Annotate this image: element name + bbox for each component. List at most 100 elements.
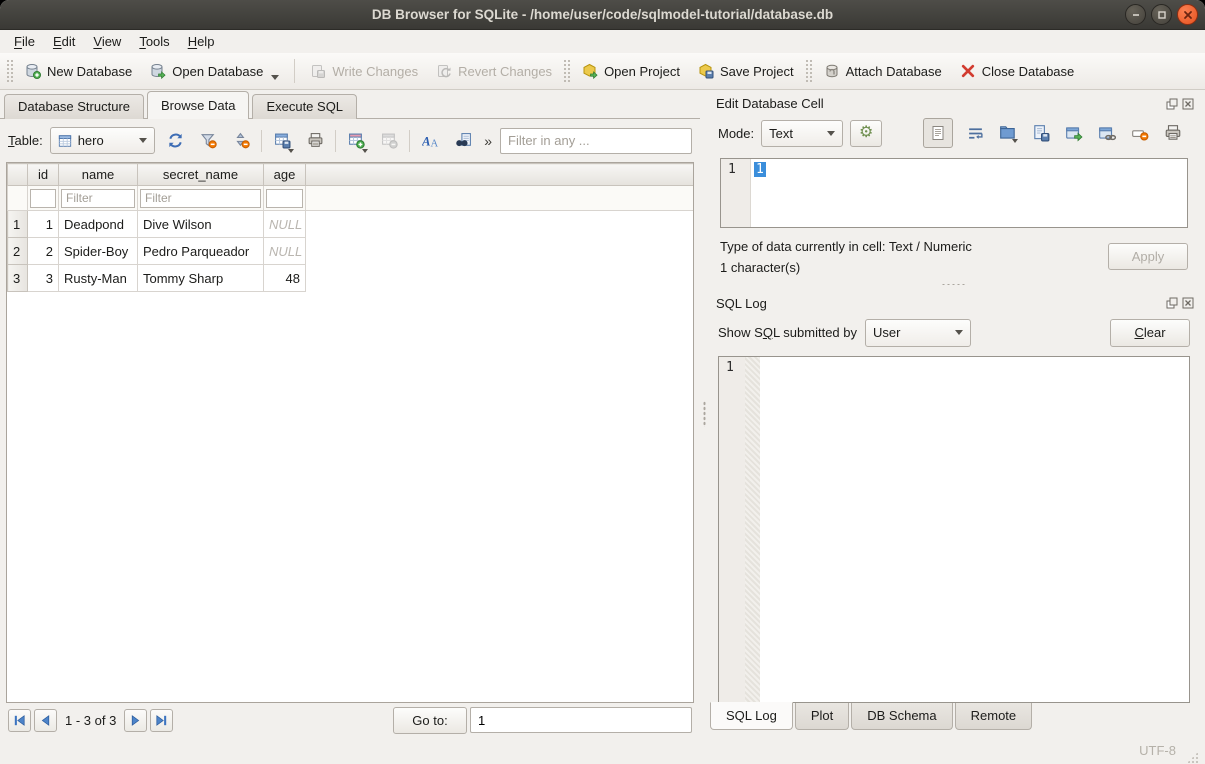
previous-record-button[interactable] xyxy=(34,709,57,732)
row-number[interactable]: 2 xyxy=(8,238,28,265)
first-record-button[interactable] xyxy=(8,709,31,732)
sql-log-controls: Show SQL submitted by User Clear xyxy=(708,315,1200,349)
float-dock-button[interactable] xyxy=(1166,98,1178,110)
toolbar-drag-handle[interactable] xyxy=(6,59,14,83)
table-select[interactable]: hero xyxy=(50,127,156,154)
filter-input-id[interactable] xyxy=(30,189,56,208)
resize-grip-icon[interactable] xyxy=(1186,751,1199,764)
cell-secret-name[interactable]: Pedro Parqueador xyxy=(138,238,264,265)
export-table-button[interactable] xyxy=(269,128,295,154)
last-record-button[interactable] xyxy=(150,709,173,732)
attach-database-button[interactable]: Attach Database xyxy=(815,57,951,85)
find-in-table-button[interactable] xyxy=(450,128,476,154)
cell-age[interactable]: NULL xyxy=(264,238,306,265)
set-null-button[interactable] xyxy=(1129,122,1151,144)
toolbar-drag-handle[interactable] xyxy=(563,59,571,83)
cell-name[interactable]: Deadpond xyxy=(59,211,138,238)
cell-editor-content[interactable]: 1 xyxy=(751,159,1187,227)
delete-record-button[interactable] xyxy=(376,128,402,154)
print-cell-button[interactable] xyxy=(1162,122,1184,144)
maximize-button[interactable] xyxy=(1151,4,1172,25)
mode-select[interactable]: Text xyxy=(761,120,843,147)
toolbar-overflow-chevron[interactable]: » xyxy=(483,133,493,149)
selected-text: 1 xyxy=(754,162,766,177)
sql-log-view[interactable]: 1 xyxy=(718,356,1190,703)
menu-tools[interactable]: Tools xyxy=(130,32,178,51)
clear-sorting-button[interactable] xyxy=(228,128,254,154)
import-data-button[interactable] xyxy=(997,122,1019,144)
tab-browse-data[interactable]: Browse Data xyxy=(147,91,249,119)
window-title: DB Browser for SQLite - /home/user/code/… xyxy=(0,7,1205,22)
pane-splitter[interactable] xyxy=(700,90,708,737)
open-project-button[interactable]: Open Project xyxy=(573,57,689,85)
minimize-button[interactable] xyxy=(1125,4,1146,25)
cell-id[interactable]: 2 xyxy=(28,238,59,265)
close-database-button[interactable]: Close Database xyxy=(951,57,1084,85)
tab-database-structure[interactable]: Database Structure xyxy=(4,94,144,119)
tab-remote[interactable]: Remote xyxy=(955,703,1033,730)
goto-record-button[interactable]: Go to: xyxy=(393,707,467,734)
filter-input-age[interactable] xyxy=(266,189,303,208)
cell-id[interactable]: 1 xyxy=(28,211,59,238)
copy-link-button[interactable] xyxy=(1096,122,1118,144)
cell-secret-name[interactable]: Dive Wilson xyxy=(138,211,264,238)
tab-db-schema[interactable]: DB Schema xyxy=(851,703,952,730)
column-header-secret-name[interactable]: secret_name xyxy=(138,164,264,186)
filter-any-column-input[interactable] xyxy=(500,128,692,154)
open-in-external-button[interactable] xyxy=(1063,122,1085,144)
filter-input-secret-name[interactable] xyxy=(140,189,261,208)
close-dock-button[interactable] xyxy=(1182,98,1194,110)
revert-changes-button[interactable]: Revert Changes xyxy=(427,57,561,85)
tab-plot[interactable]: Plot xyxy=(795,703,849,730)
word-wrap-icon xyxy=(967,125,984,142)
save-project-button[interactable]: Save Project xyxy=(689,57,803,85)
cell-editor[interactable]: 1 1 xyxy=(720,158,1188,228)
encoding-indicator[interactable]: UTF-8 xyxy=(1139,743,1176,758)
close-dock-button[interactable] xyxy=(1182,297,1194,309)
tab-execute-sql[interactable]: Execute SQL xyxy=(252,94,357,119)
open-database-button[interactable]: Open Database xyxy=(141,57,288,85)
cell-secret-name[interactable]: Tommy Sharp xyxy=(138,265,264,292)
window-controls xyxy=(1125,4,1205,25)
export-data-button[interactable] xyxy=(1030,122,1052,144)
column-header-id[interactable]: id xyxy=(28,164,59,186)
clear-log-button[interactable]: Clear xyxy=(1110,319,1190,347)
float-dock-icon xyxy=(1166,98,1178,110)
clear-filters-button[interactable] xyxy=(195,128,221,154)
cell-id[interactable]: 3 xyxy=(28,265,59,292)
write-changes-button[interactable]: Write Changes xyxy=(301,57,427,85)
apply-button[interactable]: Apply xyxy=(1108,243,1188,270)
row-number[interactable]: 3 xyxy=(8,265,28,292)
goto-record-input[interactable] xyxy=(470,707,692,733)
text-mode-button[interactable] xyxy=(923,118,953,148)
print-table-button[interactable] xyxy=(302,128,328,154)
edit-display-format-button[interactable]: A A xyxy=(417,128,443,154)
row-number[interactable]: 1 xyxy=(8,211,28,238)
menu-help[interactable]: Help xyxy=(179,32,224,51)
cell-age[interactable]: NULL xyxy=(264,211,306,238)
cell-name[interactable]: Spider-Boy xyxy=(59,238,138,265)
float-dock-button[interactable] xyxy=(1166,297,1178,309)
cell-age[interactable]: 48 xyxy=(264,265,306,292)
new-database-button[interactable]: New Database xyxy=(16,57,141,85)
tab-sql-log[interactable]: SQL Log xyxy=(710,702,793,730)
filter-input-name[interactable] xyxy=(61,189,135,208)
sql-log-content[interactable] xyxy=(760,357,1189,702)
dock-splitter[interactable] xyxy=(708,279,1200,290)
column-header-name[interactable]: name xyxy=(59,164,138,186)
close-button[interactable] xyxy=(1177,4,1198,25)
menu-edit[interactable]: Edit xyxy=(44,32,84,51)
next-record-button[interactable] xyxy=(124,709,147,732)
toolbar-drag-handle[interactable] xyxy=(805,59,813,83)
menu-view[interactable]: View xyxy=(84,32,130,51)
column-header-age[interactable]: age xyxy=(264,164,306,186)
titlebar[interactable]: DB Browser for SQLite - /home/user/code/… xyxy=(0,0,1205,30)
menu-file[interactable]: File xyxy=(5,32,44,51)
sql-source-select[interactable]: User xyxy=(865,319,971,347)
attach-database-icon xyxy=(824,63,840,79)
insert-record-button[interactable] xyxy=(343,128,369,154)
auto-apply-button[interactable]: ⚙ xyxy=(850,120,882,147)
word-wrap-button[interactable] xyxy=(964,122,986,144)
refresh-button[interactable] xyxy=(162,128,188,154)
cell-name[interactable]: Rusty-Man xyxy=(59,265,138,292)
